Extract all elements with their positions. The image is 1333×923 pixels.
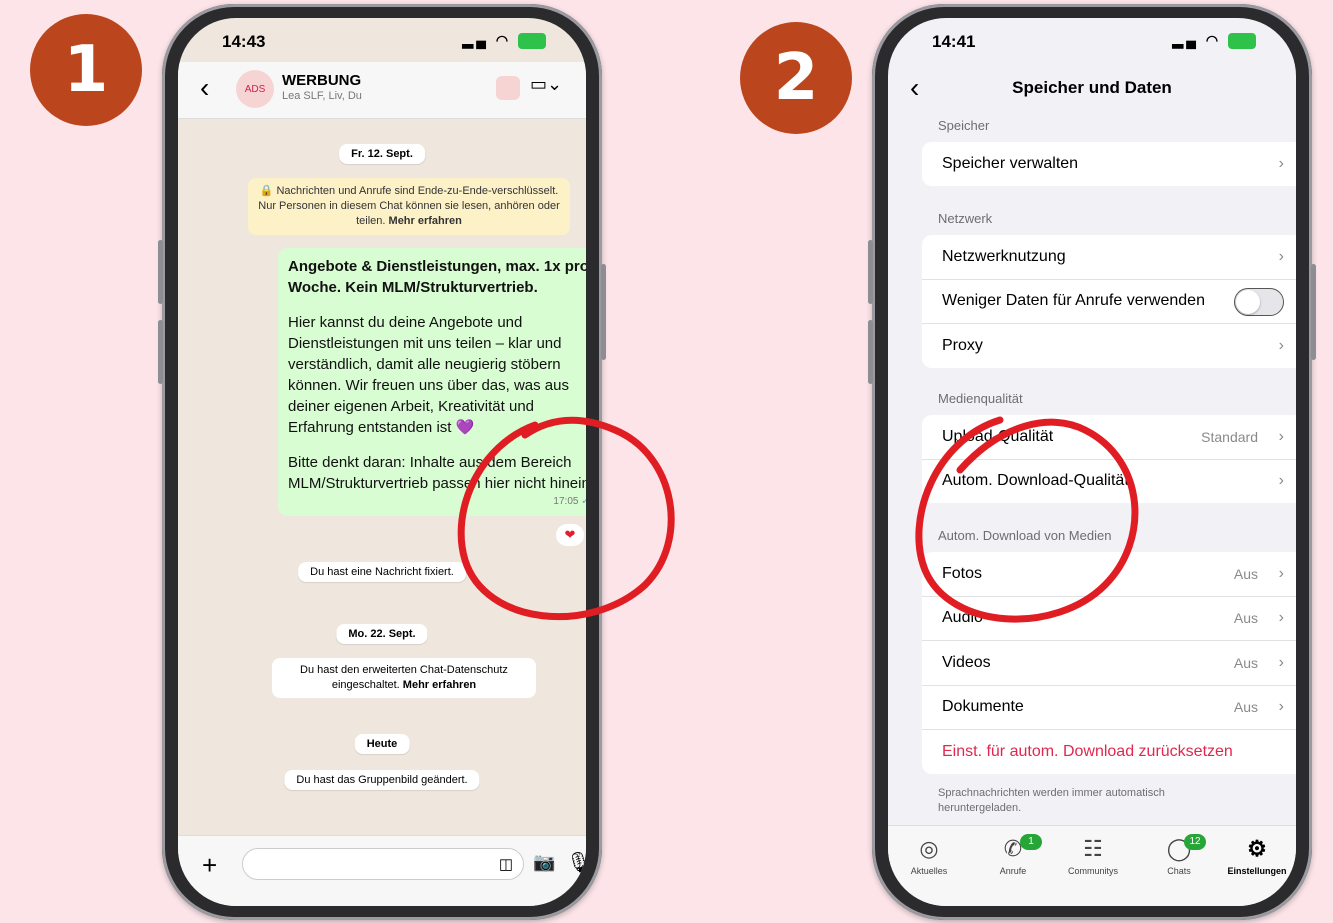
upload-quality-row[interactable]: Upload-Qualität Standard › <box>922 415 1296 460</box>
settings-screen: 14:41 ▂▄ ◠ ‹ Speicher und Daten Speicher… <box>888 18 1296 906</box>
chevron-right-icon: › <box>1278 653 1284 671</box>
input-bar: + ◫ 📷 🎙 <box>178 835 586 906</box>
camera-icon[interactable]: 📷 <box>533 852 555 873</box>
date-separator: Mo. 22. Sept. <box>336 624 428 644</box>
network-group: Netzwerknutzung › Weniger Daten für Anruf… <box>922 235 1296 368</box>
documents-row[interactable]: Dokumente Aus › <box>922 686 1296 730</box>
sticker-avatar-icon[interactable] <box>496 76 520 100</box>
audio-row[interactable]: Audio Aus › <box>922 597 1296 641</box>
auto-download-group: Fotos Aus › Audio Aus › Videos Aus › Dokumente… <box>922 552 1296 774</box>
less-data-toggle[interactable] <box>1234 287 1284 316</box>
date-separator: Fr. 12. Sept. <box>339 144 425 164</box>
group-members: Lea SLF, Liv, Du <box>282 90 362 102</box>
media-quality-group: Upload-Qualität Standard › Autom. Download… <box>922 415 1296 503</box>
auto-download-quality-row[interactable]: Autom. Download-Qualität › <box>922 460 1296 504</box>
chat-header: ‹ ADS WERBUNG Lea SLF, Liv, Du ▭⌄ <box>178 62 586 119</box>
communities-icon: ☷ <box>1083 836 1103 861</box>
photos-row[interactable]: Fotos Aus › <box>922 552 1296 597</box>
network-usage-row[interactable]: Netzwerknutzung › <box>922 235 1296 280</box>
chevron-right-icon: › <box>1278 336 1284 354</box>
message-bubble[interactable]: Angebote & Dienstleistungen, max. 1x pro… <box>278 248 586 516</box>
tab-chats[interactable]: ◯ 12 Chats <box>1144 834 1214 876</box>
page-title: Speicher und Daten <box>1012 78 1172 97</box>
chevron-right-icon: › <box>1278 609 1284 627</box>
proxy-row[interactable]: Proxy › <box>922 324 1296 368</box>
group-avatar[interactable]: ADS <box>236 70 274 108</box>
battery-icon <box>518 33 546 50</box>
reset-auto-download-button[interactable]: Einst. für autom. Download zurücksetzen <box>922 730 1296 774</box>
tab-updates[interactable]: ◎ Aktuelles <box>894 836 964 876</box>
step-badge-1: 1 <box>30 14 142 126</box>
message-time: 17:05 ✓✓ <box>553 496 586 507</box>
pinned-message: Du hast eine Nachricht fixiert. <box>298 562 466 582</box>
gear-icon: ⚙ <box>1247 836 1267 861</box>
phone-settings: 14:41 ▂▄ ◠ ‹ Speicher und Daten Speicher… <box>868 4 1316 920</box>
calls-badge: 1 <box>1020 834 1042 850</box>
encryption-notice[interactable]: 🔒 Nachrichten und Anrufe sind Ende-zu-En… <box>248 178 570 235</box>
chats-badge: 12 <box>1184 834 1206 850</box>
chevron-right-icon: › <box>1278 564 1284 582</box>
message-heading: Angebote & Dienstleistungen, max. 1x pro… <box>288 258 586 296</box>
videos-row[interactable]: Videos Aus › <box>922 641 1296 686</box>
chevron-right-icon: › <box>1278 154 1284 172</box>
step-badge-2: 2 <box>740 22 852 134</box>
status-bar: 14:43 ▂▄ ◠ <box>178 18 586 62</box>
updates-icon: ◎ <box>919 836 939 861</box>
manage-storage-row[interactable]: Speicher verwalten › <box>922 142 1296 186</box>
status-bar: 14:41 ▂▄ ◠ <box>888 18 1296 62</box>
status-icons: ▂▄ ◠ <box>1172 32 1256 50</box>
microphone-icon[interactable]: 🎙 <box>566 850 586 875</box>
lock-icon: 🔒 <box>259 185 274 197</box>
group-name[interactable]: WERBUNG <box>282 72 361 89</box>
tab-bar: ◎ Aktuelles ✆ 1 Anrufe ☷ Communitys ◯ 12 Chats… <box>888 825 1296 906</box>
privacy-link[interactable]: Mehr erfahren <box>403 679 476 691</box>
battery-icon <box>1228 33 1256 50</box>
tab-communities[interactable]: ☷ Communitys <box>1058 836 1128 876</box>
encryption-link[interactable]: Mehr erfahren <box>389 215 462 227</box>
message-note: Bitte denkt daran: Inhalte aus dem Berei… <box>288 454 586 492</box>
status-time: 14:41 <box>932 32 976 51</box>
heart-reaction-icon[interactable]: ❤ <box>556 524 584 546</box>
chevron-right-icon: › <box>1278 698 1284 716</box>
storage-group: Speicher verwalten › <box>922 142 1296 186</box>
footnote: Sprachnachrichten werden immer automatis… <box>938 787 1165 814</box>
status-time: 14:43 <box>222 32 266 51</box>
status-icons: ▂▄ ◠ <box>462 32 546 50</box>
message-body: Hier kannst du deine Angebote und Dienst… <box>288 314 569 436</box>
tab-settings[interactable]: ⚙ Einstellungen <box>1222 836 1292 876</box>
chevron-right-icon: › <box>1278 247 1284 265</box>
section-header: Autom. Download von Medien <box>938 528 1112 543</box>
chevron-right-icon: › <box>1278 472 1284 490</box>
sticker-icon[interactable]: ◫ <box>499 855 513 873</box>
plus-icon[interactable]: + <box>202 850 217 881</box>
section-header: Netzwerk <box>938 211 993 226</box>
privacy-notice[interactable]: Du hast den erweiterten Chat-Datenschutz… <box>272 658 536 698</box>
date-separator: Heute <box>354 734 410 754</box>
section-header: Medienqualität <box>938 391 1023 406</box>
tab-calls[interactable]: ✆ 1 Anrufe <box>978 834 1048 876</box>
phone-chat: 14:43 ▂▄ ◠ ‹ ADS WERBUNG Lea SLF, Liv, D… <box>158 4 606 920</box>
video-call-icon[interactable]: ▭⌄ <box>530 74 562 95</box>
less-data-row: Weniger Daten für Anrufe verwenden <box>922 280 1296 324</box>
group-image-message: Du hast das Gruppenbild geändert. <box>284 770 480 790</box>
section-header: Speicher <box>938 118 990 133</box>
back-icon[interactable]: ‹ <box>200 72 209 104</box>
chat-screen: 14:43 ▂▄ ◠ ‹ ADS WERBUNG Lea SLF, Liv, D… <box>178 18 586 906</box>
message-input[interactable]: ◫ <box>242 848 524 880</box>
chevron-right-icon: › <box>1278 427 1284 445</box>
